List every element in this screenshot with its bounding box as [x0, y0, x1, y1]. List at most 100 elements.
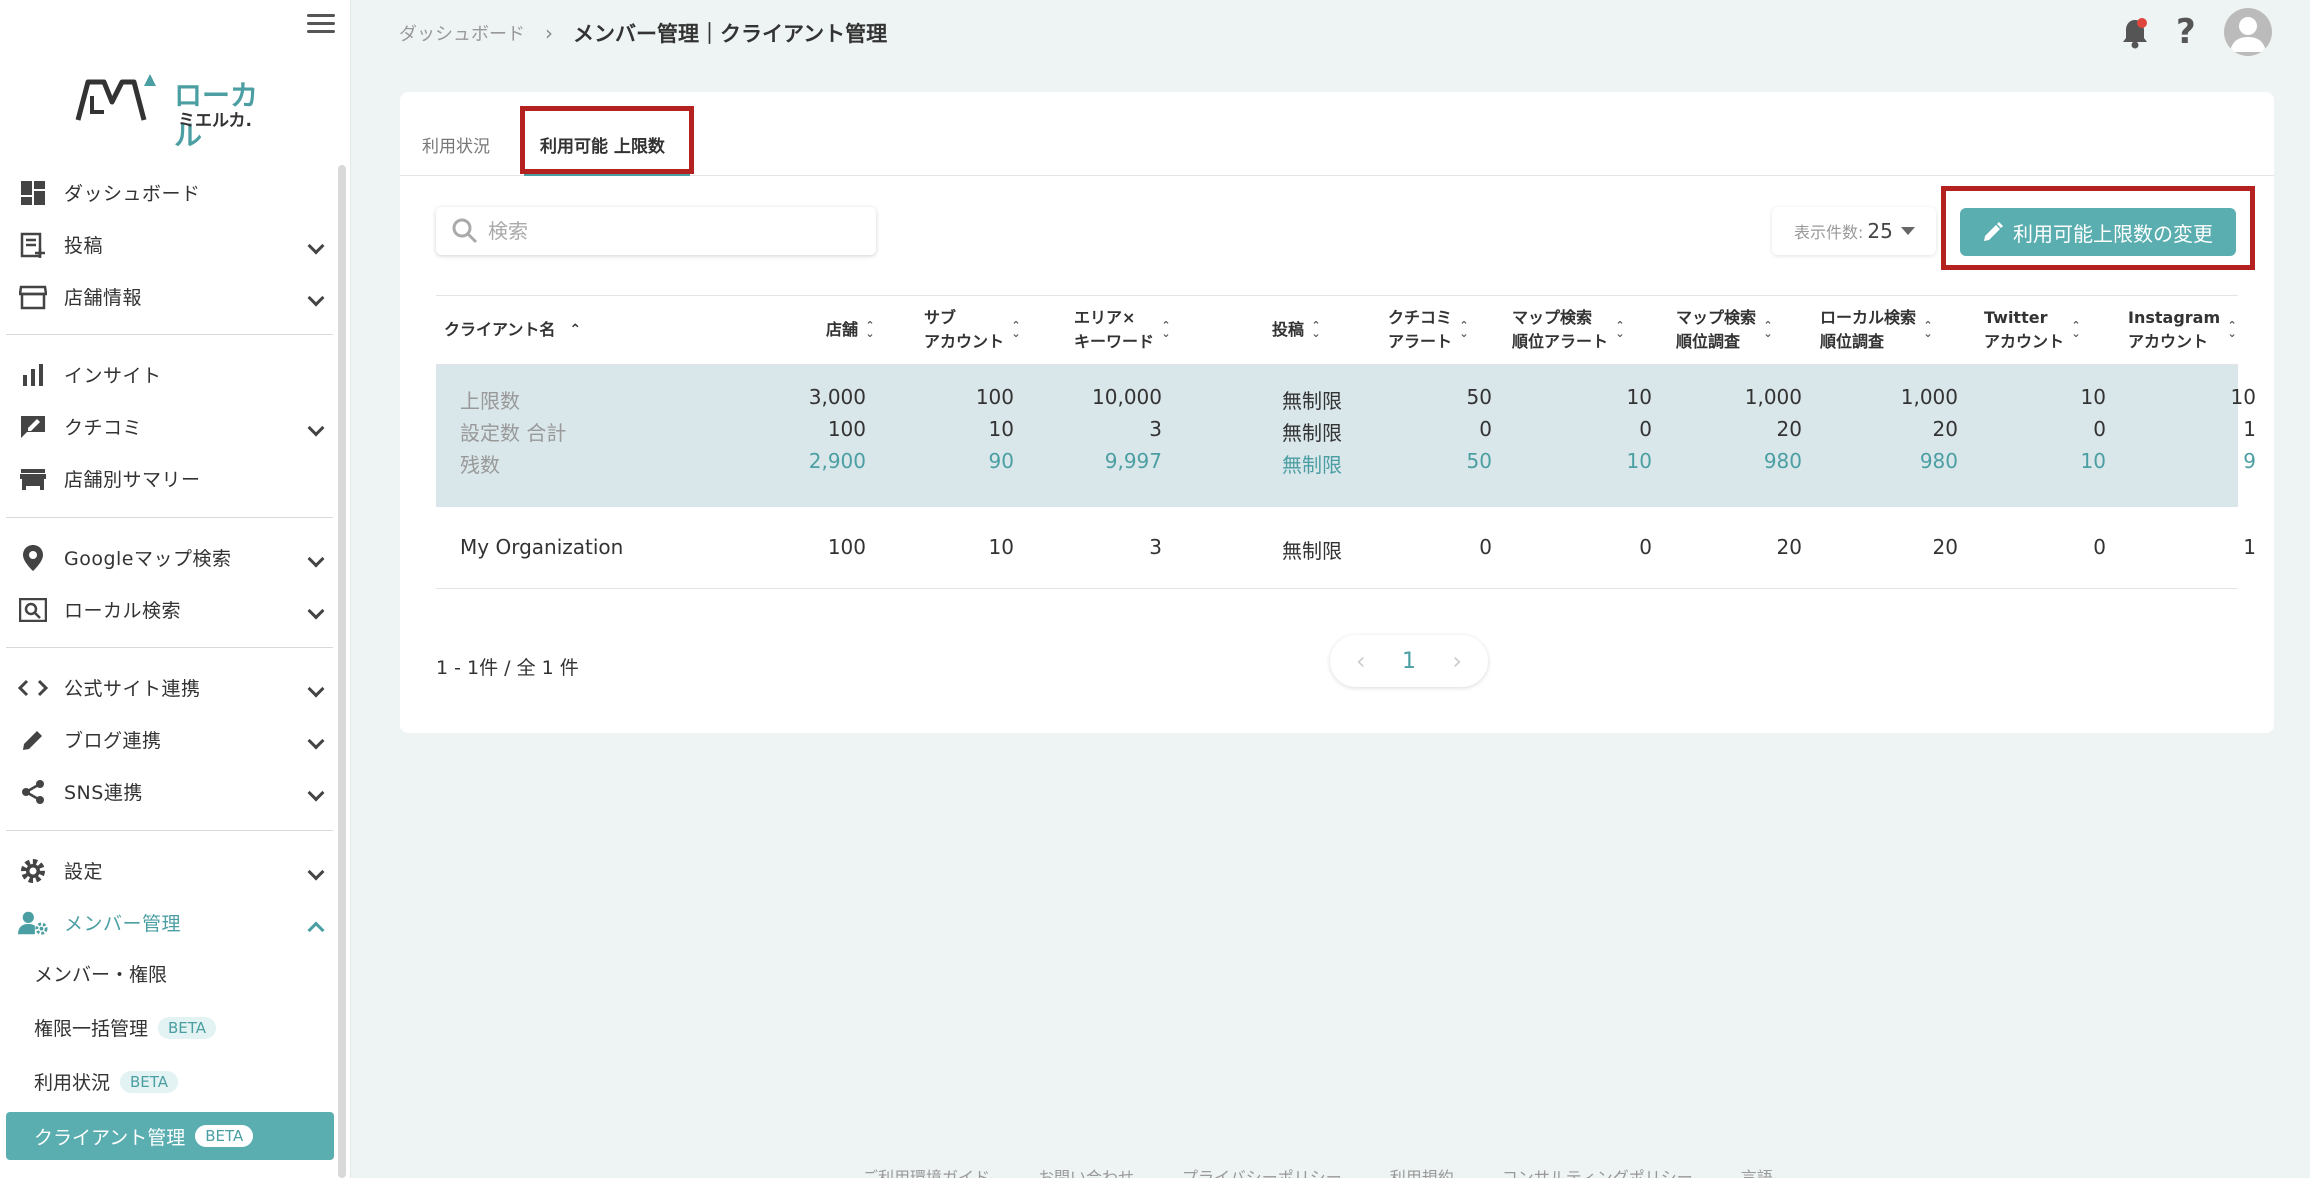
column-header-twitter-accounts[interactable]: Twitter アカウント ⌃ ⌄: [1984, 306, 2082, 354]
column-header-label: マップ検索: [1676, 308, 1757, 327]
summary-cell: 0: [2093, 417, 2106, 441]
summary-cell: 1: [2243, 417, 2256, 441]
sort-icon: ⌃ ⌄: [1763, 319, 1773, 340]
sidebar-item-insight[interactable]: インサイト: [0, 348, 335, 400]
sidebar-item-dashboard[interactable]: ダッシュボード: [0, 166, 335, 218]
footer: ご利用環境ガイド お問い合わせ プライバシーポリシー 利用規約 コンサルティング…: [862, 1164, 1773, 1178]
sidebar-item-official-site[interactable]: 公式サイト連携: [0, 661, 335, 713]
table-row[interactable]: My Organization 100 10 3 無制限 0 0 20 20 0…: [436, 507, 2256, 589]
footer-link[interactable]: プライバシーポリシー: [1182, 1164, 1342, 1178]
tab-bar: 利用状況 利用可能 上限数: [400, 92, 2274, 176]
footer-link[interactable]: 利用規約: [1390, 1164, 1454, 1178]
footer-link[interactable]: ご利用環境ガイド: [862, 1164, 990, 1178]
sidebar-item-reviews[interactable]: クチコミ: [0, 400, 335, 452]
sidebar-item-posts[interactable]: 投稿: [0, 218, 335, 270]
table-cell: 0: [1639, 535, 1652, 559]
footer-link[interactable]: 言語: [1741, 1164, 1773, 1178]
column-header-label: Instagram: [2128, 308, 2221, 327]
column-header-review-alerts[interactable]: クチコミ アラート ⌃ ⌄: [1388, 306, 1470, 354]
storefront-icon: [18, 466, 48, 492]
chevron-down-icon: [307, 680, 325, 698]
column-header-stores[interactable]: 店舗 ⌃ ⌄: [826, 318, 876, 342]
highlight-box: [520, 106, 694, 174]
sidebar-item-store-summary[interactable]: 店舗別サマリー: [0, 452, 335, 504]
column-header-map-rank-survey[interactable]: マップ検索 順位調査 ⌃ ⌄: [1676, 306, 1774, 354]
column-header-map-rank-alerts[interactable]: マップ検索 順位アラート ⌃ ⌄: [1512, 306, 1626, 354]
sidebar-item-label: 店舗情報: [64, 286, 143, 309]
summary-cell: 2,900: [808, 449, 866, 473]
summary-cell: 980: [1763, 449, 1802, 473]
prev-page-icon[interactable]: ‹: [1356, 647, 1366, 675]
chevron-down-icon: [307, 863, 325, 881]
sidebar-divider: [6, 830, 333, 831]
caret-down-icon: [1900, 227, 1915, 235]
footer-link[interactable]: コンサルティングポリシー: [1502, 1164, 1693, 1178]
column-header-sub-accounts[interactable]: サブ アカウント ⌃ ⌄: [924, 306, 1022, 354]
sidebar-sub-item-usage[interactable]: 利用状況 BETA: [34, 1068, 179, 1095]
sidebar-item-google-map[interactable]: Googleマップ検索: [0, 531, 335, 583]
column-header-client-name[interactable]: クライアント名 ⌃: [444, 318, 581, 342]
table-cell: 0: [2093, 535, 2106, 559]
summary-cell: 50: [1466, 449, 1492, 473]
sidebar-item-blog[interactable]: ブログ連携: [0, 713, 335, 765]
sort-icon: ⌃ ⌄: [1161, 319, 1171, 340]
logo[interactable]: ローカル ミエルカ.: [74, 72, 274, 152]
table-cell: 20: [1932, 535, 1958, 559]
search-input[interactable]: [488, 219, 858, 243]
per-page-select[interactable]: 表示件数: 25: [1772, 207, 1936, 255]
sidebar-item-settings[interactable]: 設定: [0, 844, 335, 896]
main-card: 利用状況 利用可能 上限数 表示件数: 25 利用可能上限数の変更 クライアント…: [400, 92, 2274, 733]
menu-toggle-icon[interactable]: [307, 14, 335, 36]
sort-icon: ⌃ ⌄: [2227, 319, 2237, 340]
column-header-label: エリア×: [1074, 308, 1136, 327]
search-box-icon: [18, 597, 48, 623]
page-number-button[interactable]: 1: [1402, 649, 1416, 674]
client-name-cell: My Organization: [460, 535, 624, 559]
pagination: ‹ 1 ›: [1330, 635, 1488, 687]
sidebar-item-member-management[interactable]: メンバー管理: [0, 896, 335, 948]
avatar[interactable]: [2224, 8, 2272, 56]
column-header-instagram-accounts[interactable]: Instagram アカウント ⌃ ⌄: [2128, 306, 2238, 354]
pencil-icon: [18, 727, 48, 753]
column-header-label: アカウント: [924, 332, 1005, 351]
user-settings-icon: [18, 910, 48, 936]
help-icon[interactable]: ?: [2176, 12, 2196, 52]
summary-cell: 無制限: [1282, 421, 1342, 445]
column-header-label: サブ: [924, 308, 957, 327]
search-icon: [452, 218, 478, 244]
next-page-icon[interactable]: ›: [1452, 647, 1462, 675]
footer-link[interactable]: お問い合わせ: [1038, 1164, 1134, 1178]
notification-bell-icon[interactable]: [2120, 16, 2150, 50]
column-header-local-rank-survey[interactable]: ローカル検索 順位調査 ⌃ ⌄: [1820, 306, 1934, 354]
sidebar-item-store-info[interactable]: 店舗情報: [0, 270, 335, 322]
summary-cell: 20: [1776, 417, 1802, 441]
sidebar-sub-item-bulk-permissions[interactable]: 権限一括管理 BETA: [34, 1014, 217, 1041]
sidebar-item-local-search[interactable]: ローカル検索: [0, 583, 335, 635]
column-header-label: 投稿: [1272, 320, 1305, 339]
sidebar-item-label: ブログ連携: [64, 729, 162, 752]
column-header-posts[interactable]: 投稿 ⌃ ⌄: [1272, 318, 1322, 342]
sidebar-scrollbar[interactable]: [338, 165, 346, 1178]
sidebar-divider: [6, 647, 333, 648]
summary-cell: 無制限: [1282, 453, 1342, 477]
sidebar-sub-item-members[interactable]: メンバー・権限: [34, 960, 167, 987]
breadcrumb-home-link[interactable]: ダッシュボード: [399, 20, 525, 46]
sort-icon: ⌃ ⌄: [1311, 319, 1321, 340]
sidebar-sub-item-label: クライアント管理: [34, 1126, 186, 1149]
column-header-area-keywords[interactable]: エリア× キーワード ⌃ ⌄: [1074, 306, 1172, 354]
sidebar-divider: [6, 334, 333, 335]
summary-cell: 100: [975, 385, 1014, 409]
tab-usage[interactable]: 利用状況: [422, 132, 490, 157]
summary-cell: 50: [1466, 385, 1492, 409]
beta-badge: BETA: [120, 1070, 179, 1093]
sidebar-item-label: 店舗別サマリー: [64, 468, 201, 491]
chevron-down-icon: [307, 550, 325, 568]
search-box[interactable]: [436, 207, 876, 255]
sidebar-sub-item-client-management[interactable]: クライアント管理 BETA: [6, 1112, 334, 1160]
summary-cell: 9,997: [1104, 449, 1162, 473]
sidebar-item-sns[interactable]: SNS連携: [0, 765, 335, 817]
beta-badge: BETA: [158, 1016, 217, 1039]
summary-label: 残数: [460, 453, 500, 477]
header: ダッシュボード › メンバー管理｜クライアント管理 ?: [352, 0, 2310, 64]
sort-icon: ⌃ ⌄: [1459, 319, 1469, 340]
